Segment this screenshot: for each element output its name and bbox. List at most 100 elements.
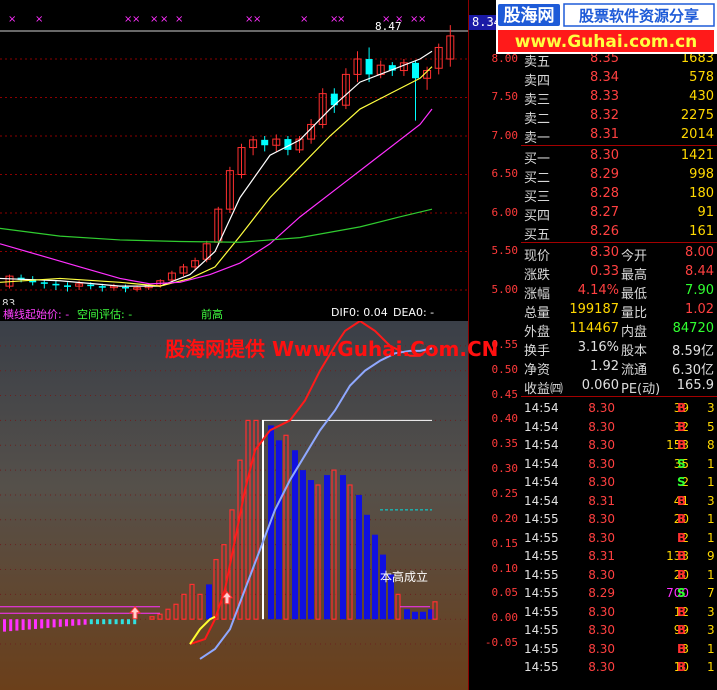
tick-side: S xyxy=(677,475,686,489)
logo-text: 股海网 xyxy=(504,5,555,26)
tick-count: 3 xyxy=(707,493,715,508)
tick-price: 8.30 xyxy=(588,475,615,489)
histogram-bar xyxy=(340,475,346,620)
indicator-axis-tick: 0.20 xyxy=(491,511,519,525)
stat-value: 4.14% xyxy=(577,283,619,298)
histogram-bar xyxy=(21,619,25,631)
histogram-bar xyxy=(52,619,56,628)
tick-time: 14:55 xyxy=(524,586,559,600)
candle-body xyxy=(122,286,129,289)
stat-label: 外盘 xyxy=(524,325,551,340)
stat-label: 量比 xyxy=(621,306,648,321)
stat-row: 涨幅 4.14% 最低 7.90 xyxy=(521,282,717,302)
indicator-strip-item: 空间评估: - xyxy=(77,308,133,321)
site-logo: 股海网 股票软件资源分享 www.Guhai.com.cn xyxy=(496,0,717,54)
candlestick-chart[interactable]: × × × × × × × × × × × × × × × × 8.47 83 xyxy=(0,0,468,305)
stat-value: 0.33 xyxy=(590,264,619,279)
tick-side: B xyxy=(677,512,687,526)
histogram-bar xyxy=(96,619,99,625)
tick-count: 1 xyxy=(707,641,715,656)
tick-count: 1 xyxy=(707,660,715,674)
tick-side: B xyxy=(677,660,687,674)
left-edge-label: 83 xyxy=(2,297,16,305)
tick-row: 14:55 8.30 12 B 3 xyxy=(521,603,717,621)
stat-label: PE(动) xyxy=(621,382,661,397)
candle-body xyxy=(64,285,71,287)
bid-level-label: 买三 xyxy=(524,190,551,205)
bid-level-row: 买四 8.27 91 xyxy=(521,204,717,224)
indicator-strip-item: DEA0: - xyxy=(393,306,435,319)
ask-level-row: 卖三 8.33 430 xyxy=(521,88,717,108)
signal-marker: × xyxy=(175,14,183,25)
high-price-label: 8.47 xyxy=(375,20,402,33)
histogram-bar xyxy=(114,619,118,625)
histogram-bar xyxy=(65,619,68,627)
bid-level-label: 买五 xyxy=(524,228,551,243)
stat-label: 涨跌 xyxy=(524,268,551,283)
tick-time: 14:55 xyxy=(524,549,559,563)
histogram-bar xyxy=(237,459,243,620)
histogram-bar xyxy=(189,583,195,620)
stat-value: 84720 xyxy=(672,321,714,336)
price-axis-tick: 7.50 xyxy=(491,90,519,103)
tick-count: 8 xyxy=(707,438,715,452)
histogram-bar xyxy=(356,494,362,620)
stat-row: 总量 199187 量比 1.02 xyxy=(521,301,717,321)
ask-level-label: 卖一 xyxy=(524,131,551,146)
histogram-bar xyxy=(245,419,251,620)
annotation-label: 本高成立 xyxy=(380,570,429,584)
tick-time: 14:55 xyxy=(524,604,559,619)
histogram-bar xyxy=(372,534,378,620)
stat-value: 114467 xyxy=(569,321,619,336)
histogram-bar xyxy=(412,611,418,620)
tick-row: 14:55 8.30 99 B 3 xyxy=(521,621,717,639)
tick-row: 14:55 8.30 20 B 1 xyxy=(521,566,717,584)
tick-row: 14:54 8.30 35 S 1 xyxy=(521,455,717,473)
histogram-bar xyxy=(380,554,386,620)
watermark-text: 股海网提供 Www.Guhai.Com.CN xyxy=(165,337,499,361)
histogram-bar xyxy=(404,609,410,620)
indicator-axis-tick: 0.00 xyxy=(491,611,519,625)
bid-level-price: 8.27 xyxy=(590,205,619,220)
tick-row: 14:55 8.29 700 S 7 xyxy=(521,584,717,602)
tick-count: 1 xyxy=(707,456,715,471)
price-axis-tick: 6.50 xyxy=(491,167,519,180)
indicator-strip-item: DIF0: 0.04 xyxy=(331,306,388,319)
candlestick-plot: × × × × × × × × × × ×× × × × × xyxy=(0,14,468,293)
histogram-bar xyxy=(206,584,212,620)
signal-marker: × xyxy=(337,14,345,25)
tick-price: 8.30 xyxy=(588,438,615,452)
bid-level-label: 买二 xyxy=(524,171,551,186)
tick-time: 14:54 xyxy=(524,493,559,508)
indicator-chart[interactable]: 本高成立 xyxy=(0,321,468,690)
bid-level-row: 买一 8.30 1421 xyxy=(521,147,717,167)
histogram-bar xyxy=(181,593,187,620)
histogram-bar xyxy=(300,470,306,620)
stat-label: 总量 xyxy=(524,306,551,321)
ma20-line xyxy=(0,108,433,285)
stock-terminal-window: × × × × × × × × × × × × × × × × 8.47 83 8.34 8.00 7.50 7.… xyxy=(0,0,717,690)
tick-price: 8.29 xyxy=(588,586,615,600)
tick-price: 8.30 xyxy=(588,456,615,471)
indicator-strip-item: 前高 xyxy=(201,308,223,321)
histogram-bar xyxy=(165,608,171,620)
histogram-bar xyxy=(221,544,227,620)
tick-time: 14:54 xyxy=(524,456,559,471)
site-banner[interactable]: 股海网 股票软件资源分享 www.Guhai.com.cn xyxy=(496,0,717,54)
ask-level-volume: 578 xyxy=(689,70,714,85)
indicator-axis-tick: 0.40 xyxy=(491,412,519,426)
histogram-bar xyxy=(77,619,81,626)
histogram-bar xyxy=(27,619,31,630)
divider xyxy=(521,145,717,146)
tick-price: 8.30 xyxy=(588,530,615,545)
stat-label: 最低 xyxy=(621,287,648,302)
indicator-axis-tick: 0.35 xyxy=(491,437,519,451)
histogram-bar xyxy=(347,484,353,620)
stat-value: 6.30亿 xyxy=(672,363,714,378)
histogram-bar xyxy=(276,440,282,620)
indicator-plot xyxy=(0,321,468,660)
ask-level-label: 卖二 xyxy=(524,112,551,127)
tick-count: 1 xyxy=(707,512,715,526)
candle-body xyxy=(40,282,48,284)
histogram-bar xyxy=(3,619,6,632)
